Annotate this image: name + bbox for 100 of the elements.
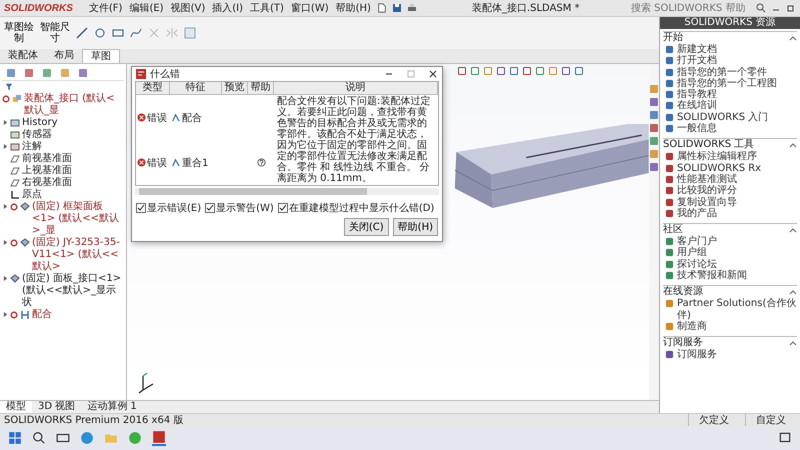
resource-link[interactable]: 一般信息 xyxy=(677,123,717,134)
resource-link[interactable]: 订阅服务 xyxy=(677,349,717,361)
resource-link[interactable]: SOLIDWORKS 入门 xyxy=(677,112,768,124)
resource-icon xyxy=(665,299,674,308)
resource-link[interactable]: 在线培训 xyxy=(677,100,717,112)
expand-arrow-icon[interactable] xyxy=(3,276,8,281)
dialog-button[interactable]: 帮助(H) xyxy=(392,218,438,236)
printer-icon[interactable] xyxy=(406,3,417,13)
checkbox-label: 显示错误(E) xyxy=(147,202,202,215)
search-icon[interactable] xyxy=(32,431,46,445)
expand-arrow-icon[interactable] xyxy=(3,144,8,149)
tree-item[interactable]: 原点 xyxy=(22,189,42,201)
menu-item[interactable]: 编辑(E) xyxy=(128,1,165,15)
save-icon[interactable] xyxy=(392,3,402,13)
collapse-caret-icon[interactable] xyxy=(789,340,797,346)
menu-item[interactable]: 窗口(W) xyxy=(290,1,330,15)
dialog-button[interactable]: 关闭(C) xyxy=(344,218,389,236)
spline-icon[interactable] xyxy=(130,27,142,39)
column-header[interactable]: 预览 xyxy=(222,82,248,95)
error-icon xyxy=(137,158,146,167)
section-heading: 在线资源 xyxy=(663,286,703,298)
bottom-tab[interactable]: 运动算例 1 xyxy=(81,401,143,413)
resource-link[interactable]: 指导您的第一个零件 xyxy=(677,66,767,78)
resource-link[interactable]: 我的产品 xyxy=(677,208,717,220)
collapse-caret-icon[interactable] xyxy=(789,227,797,234)
command-tab[interactable]: 布局 xyxy=(46,49,82,63)
table-cell-text: 错误 xyxy=(147,156,167,170)
command-button[interactable]: 草图绘制 xyxy=(4,18,34,48)
expand-arrow-icon[interactable] xyxy=(3,120,8,125)
section-heading: 订阅服务 xyxy=(663,337,703,349)
checkbox[interactable] xyxy=(136,203,146,213)
search-icon[interactable] xyxy=(756,3,766,13)
expand-arrow-icon[interactable] xyxy=(3,240,8,245)
task-view-icon[interactable] xyxy=(56,431,70,445)
resource-link[interactable]: Partner Solutions(合作伙伴) xyxy=(677,298,797,321)
command-tab[interactable]: 装配体 xyxy=(0,49,46,63)
tree-item[interactable]: 注解 xyxy=(22,141,42,153)
collapse-caret-icon[interactable] xyxy=(789,142,797,148)
section-heading: 社区 xyxy=(663,224,683,236)
resource-link[interactable]: SOLIDWORKS Rx xyxy=(677,162,762,174)
tree-item[interactable]: (固定) JY-3253-35-V11<1> (默认<<默认> xyxy=(32,237,124,273)
help-icon[interactable] xyxy=(256,158,266,167)
resource-link[interactable]: 性能基准测试 xyxy=(677,174,737,186)
resource-link[interactable]: 属性标注编辑程序 xyxy=(677,151,757,163)
column-header[interactable]: 类型 xyxy=(136,82,170,95)
resource-link[interactable]: 用户组 xyxy=(677,247,707,259)
resource-link[interactable]: 探讨论坛 xyxy=(677,258,717,270)
search-field[interactable]: 搜索 SOLIDWORKS 帮助 xyxy=(631,2,751,14)
rectangle-icon[interactable] xyxy=(112,27,124,39)
tree-item[interactable]: (固定) 框架面板<1> (默认<<默认>_显 xyxy=(32,201,124,237)
column-header[interactable]: 帮助 xyxy=(248,82,274,95)
section-heading: 开始 xyxy=(663,32,683,44)
tree-item[interactable]: 前视基准面 xyxy=(22,153,72,165)
app-icon[interactable] xyxy=(152,430,166,446)
resource-link[interactable]: 指导您的第一个工程图 xyxy=(677,78,777,90)
dialog-title: 什么错 xyxy=(150,68,181,81)
tree-item[interactable]: (固定) 面板_接口<1> (默认<<默认>_显示状 xyxy=(22,273,124,309)
expand-arrow-icon[interactable] xyxy=(3,312,8,317)
checkbox[interactable] xyxy=(278,203,288,213)
resource-link[interactable]: 技术警报和新闻 xyxy=(677,270,747,282)
resource-link[interactable]: 复制设置向导 xyxy=(677,196,737,208)
close-icon[interactable] xyxy=(428,69,438,79)
column-header[interactable]: 说明 xyxy=(274,82,438,95)
app-icon xyxy=(136,69,146,79)
tree-item[interactable]: 装配体_接口 (默认<默认_显 xyxy=(24,93,124,117)
windows-logo-icon[interactable] xyxy=(8,431,22,445)
menu-item[interactable]: 文件(F) xyxy=(88,1,124,15)
checkbox[interactable] xyxy=(205,203,216,213)
menu-item[interactable]: 插入(I) xyxy=(211,1,244,15)
tree-item[interactable]: History xyxy=(22,117,58,129)
command-button[interactable]: 智能尺寸 xyxy=(40,18,70,48)
bottom-tab[interactable]: 3D 视图 xyxy=(32,401,82,413)
section-heading: SOLIDWORKS 工具 xyxy=(663,139,754,150)
menu-item[interactable]: 帮助(H) xyxy=(334,1,372,15)
resource-link[interactable]: 客户门户 xyxy=(677,236,717,248)
expand-arrow-icon[interactable] xyxy=(3,204,8,209)
tree-item[interactable]: 上视基准面 xyxy=(22,165,72,177)
command-tab[interactable]: 草图 xyxy=(82,49,120,63)
notification-icon[interactable] xyxy=(778,431,792,445)
collapse-caret-icon[interactable] xyxy=(789,289,797,296)
column-header[interactable]: 特征 xyxy=(170,82,222,95)
resource-link[interactable]: 比较我的评分 xyxy=(677,185,737,197)
window-title: 装配体_接口.SLDASM * xyxy=(472,2,580,15)
circle-icon[interactable] xyxy=(94,27,106,39)
horizontal-scrollbar[interactable] xyxy=(135,188,439,195)
bottom-tab[interactable]: 模型 xyxy=(0,401,32,413)
collapse-caret-icon[interactable] xyxy=(789,35,797,41)
menu-item[interactable]: 视图(V) xyxy=(170,1,206,15)
tree-item[interactable]: 配合 xyxy=(32,309,52,321)
restore-icon[interactable] xyxy=(786,3,796,13)
resource-link[interactable]: 指导教程 xyxy=(677,89,717,100)
tree-item[interactable]: 右视基准面 xyxy=(22,177,72,189)
tree-item[interactable]: 传感器 xyxy=(22,129,52,141)
resource-link[interactable]: 新建文档 xyxy=(677,44,717,56)
resource-link[interactable]: 打开文档 xyxy=(677,55,717,67)
filter-icon[interactable] xyxy=(5,83,13,91)
menu-item[interactable]: 工具(T) xyxy=(249,1,285,15)
line-icon[interactable] xyxy=(76,27,88,39)
new-document-icon[interactable] xyxy=(376,3,387,13)
resource-link[interactable]: 制造商 xyxy=(677,320,707,332)
